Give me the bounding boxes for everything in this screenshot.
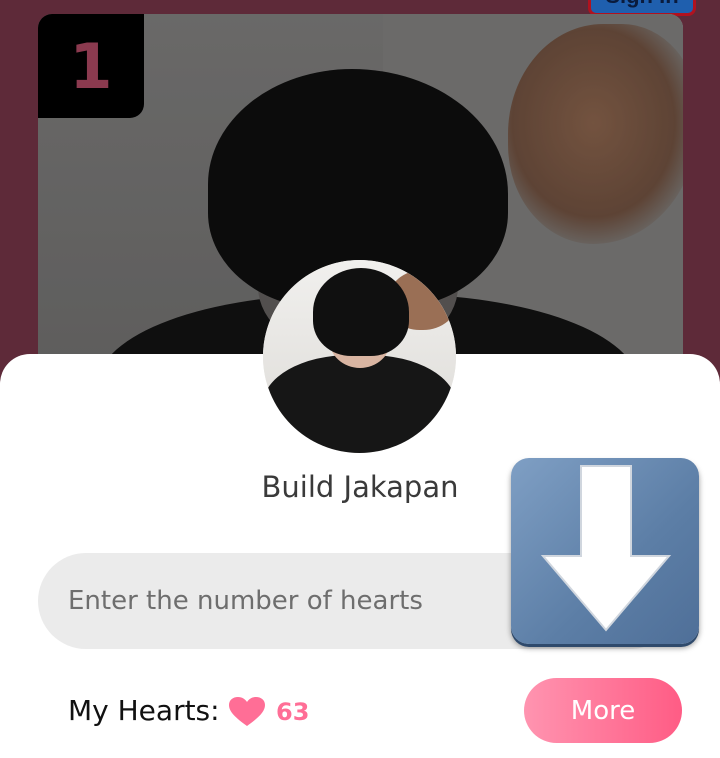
rank-badge: 1 xyxy=(38,14,144,118)
heart-icon xyxy=(229,697,265,726)
download-arrow-icon[interactable] xyxy=(511,458,699,644)
vote-screen: Sign In 1 Build Jakapan My Hearts: 63 Mo… xyxy=(0,0,720,758)
more-button[interactable]: More xyxy=(524,678,682,743)
heart-count: 63 xyxy=(276,698,310,726)
my-hearts-label: My Hearts: xyxy=(68,694,220,727)
avatar xyxy=(263,260,456,453)
